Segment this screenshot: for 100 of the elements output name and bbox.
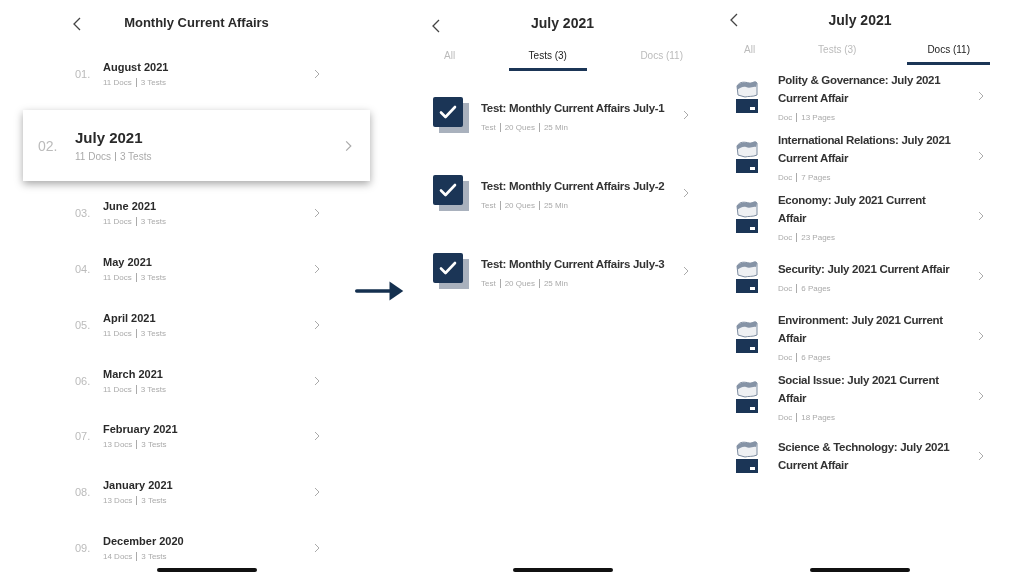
tests-count: 3 Tests <box>140 328 166 338</box>
document-icon <box>735 198 759 234</box>
question-count: 20 Ques <box>504 278 535 288</box>
docs-count: 14 Docs <box>103 552 133 562</box>
tests-count: 3 Tests <box>140 217 166 227</box>
month-item[interactable]: 09. December 2020 14 Docs 3 Tests <box>23 520 370 576</box>
list-item[interactable]: Test: Monthly Current Affairs July-1 Test 20 Ques 25 Min <box>420 76 705 154</box>
list-item[interactable]: Test: Monthly Current Affairs July-3 Test 20 Ques 25 Min <box>420 232 705 310</box>
tests-count: 3 Tests <box>119 151 152 162</box>
item-number: 04. <box>75 263 92 276</box>
page-count: 13 Pages <box>801 112 836 122</box>
back-icon[interactable] <box>730 13 738 27</box>
item-title: International Relations: July 2021 Current Affair <box>778 132 952 166</box>
duration: 25 Min <box>543 278 568 288</box>
chevron-icon <box>978 211 984 221</box>
chevron-icon <box>314 375 320 386</box>
tests-count: 3 Tests <box>140 384 166 394</box>
list-item[interactable]: Social Issue: July 2021 Current Affair Doc 18 Pages <box>720 366 1000 426</box>
list-item[interactable]: Environment: July 2021 Current Affair Doc 6 Pages <box>720 306 1000 366</box>
chevron-icon <box>978 151 984 161</box>
month-item[interactable]: 02. July 2021 11 Docs 3 Tests <box>23 109 370 182</box>
item-number: 06. <box>75 374 92 387</box>
screen-title: July 2021 <box>828 12 892 28</box>
chevron-icon <box>314 264 320 275</box>
month-title: March 2021 <box>103 367 164 380</box>
list-item[interactable]: Polity & Governance: July 2021 Current Affair Doc 13 Pages <box>720 66 1000 126</box>
month-title: July 2021 <box>75 129 144 146</box>
list-item[interactable]: Security: July 2021 Current Affair Doc 6 Pages <box>720 246 1000 306</box>
list-item[interactable]: Test: Monthly Current Affairs July-2 Test 20 Ques 25 Min <box>420 154 705 232</box>
docs-count: 11 Docs <box>103 384 132 394</box>
page-count: 6 Pages <box>801 283 831 293</box>
tests-count: 3 Tests <box>140 77 166 87</box>
list-item[interactable]: Economy: July 2021 Current Affair Doc 23 Pages <box>720 186 1000 246</box>
chevron-icon <box>314 319 320 330</box>
document-icon <box>735 438 759 474</box>
chevron-icon <box>683 188 689 198</box>
item-type: Doc <box>778 412 793 422</box>
month-title: August 2021 <box>103 60 170 73</box>
document-icon <box>735 138 759 174</box>
month-title: December 2020 <box>103 535 185 548</box>
month-item[interactable]: 06. March 2021 11 Docs 3 Tests <box>23 352 370 409</box>
month-item[interactable]: 05. April 2021 11 Docs 3 Tests <box>23 297 370 353</box>
question-count: 20 Ques <box>504 200 535 210</box>
item-number: 07. <box>75 430 92 443</box>
chevron-icon <box>314 431 320 442</box>
list-item[interactable]: International Relations: July 2021 Current Affair Doc 7 Pages <box>720 126 1000 186</box>
screen-title: July 2021 <box>530 15 595 31</box>
item-type: Doc <box>778 112 793 122</box>
item-number: 01. <box>75 67 92 80</box>
back-icon[interactable] <box>73 17 81 31</box>
screen-title: Monthly Current Affairs <box>124 15 269 31</box>
back-icon[interactable] <box>432 19 440 33</box>
page-count: 6 Pages <box>801 352 831 362</box>
docs-count: 11 Docs <box>103 273 132 283</box>
tests-count: 3 Tests <box>140 273 166 283</box>
item-type: Test <box>481 200 496 210</box>
document-icon <box>735 258 759 294</box>
item-type: Doc <box>778 283 793 293</box>
item-title: Environment: July 2021 Current Affair <box>778 312 944 346</box>
page-count: 23 Pages <box>801 232 836 242</box>
item-number: 05. <box>75 318 92 331</box>
month-title: January 2021 <box>103 479 174 492</box>
tab[interactable]: Tests (3) <box>508 46 587 71</box>
month-item[interactable]: 01. August 2021 11 Docs 3 Tests <box>23 45 370 102</box>
month-title: February 2021 <box>103 423 179 436</box>
item-title: Test: Monthly Current Affairs July-2 <box>481 178 666 194</box>
docs-count: 11 Docs <box>75 151 111 162</box>
page-count: 7 Pages <box>801 172 831 182</box>
chevron-icon <box>683 266 689 276</box>
docs-count: 11 Docs <box>103 217 132 227</box>
chevron-icon <box>314 487 320 498</box>
docs-count: 11 Docs <box>103 328 132 338</box>
chevron-icon <box>978 91 984 101</box>
chevron-icon <box>978 391 984 401</box>
tests-count: 3 Tests <box>141 440 167 450</box>
item-number: 09. <box>75 542 92 555</box>
chevron-icon <box>978 331 984 341</box>
tab[interactable]: Docs (11) <box>907 40 990 65</box>
item-title: Test: Monthly Current Affairs July-1 <box>481 100 666 116</box>
month-item[interactable]: 03. June 2021 11 Docs 3 Tests <box>23 185 370 242</box>
month-title: June 2021 <box>103 200 158 213</box>
chevron-icon <box>314 68 320 79</box>
chevron-icon <box>978 271 984 281</box>
month-title: April 2021 <box>103 311 157 324</box>
chevron-icon <box>314 543 320 554</box>
item-title: Polity & Governance: July 2021 Current Affair <box>778 72 942 106</box>
page-count: 18 Pages <box>801 412 836 422</box>
month-item[interactable]: 08. January 2021 13 Docs 3 Tests <box>23 464 370 521</box>
tests-count: 3 Tests <box>141 496 167 506</box>
docs-count: 11 Docs <box>103 77 132 87</box>
item-type: Test <box>481 122 496 132</box>
chevron-icon <box>683 110 689 120</box>
month-item[interactable]: 04. May 2021 11 Docs 3 Tests <box>23 241 370 297</box>
item-title: Security: July 2021 Current Affair <box>778 261 951 277</box>
docs-count: 13 Docs <box>103 496 133 506</box>
list-item[interactable]: Science & Technology: July 2021 Current Affair <box>720 426 1000 486</box>
item-type: Doc <box>778 352 793 362</box>
item-title: Science & Technology: July 2021 Current Affair <box>778 440 951 473</box>
item-title: Economy: July 2021 Current Affair <box>778 192 927 226</box>
month-item[interactable]: 07. February 2021 13 Docs 3 Tests <box>23 408 370 465</box>
